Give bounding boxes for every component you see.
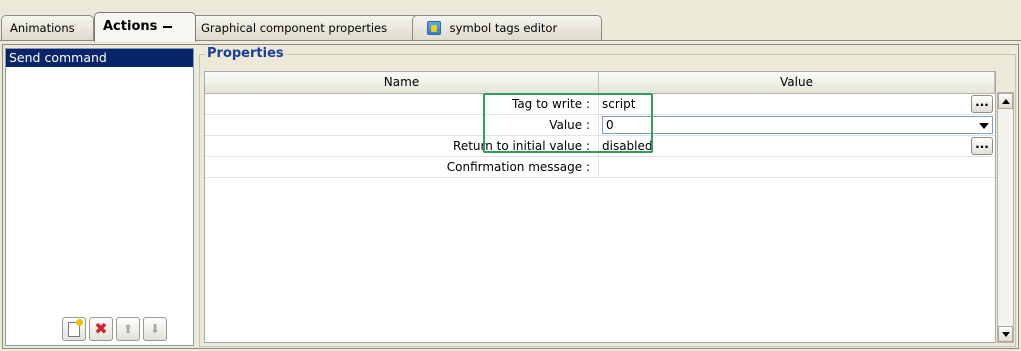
browse-tag-button[interactable]: ... bbox=[971, 95, 993, 113]
delete-action-button[interactable]: ✖ bbox=[89, 317, 113, 341]
property-value[interactable]: script ... bbox=[599, 94, 995, 114]
property-value[interactable]: 0 bbox=[599, 115, 995, 135]
property-name: Confirmation message : bbox=[205, 157, 599, 177]
vertical-scrollbar[interactable] bbox=[997, 92, 1014, 343]
list-item-label: Send command bbox=[9, 50, 107, 65]
list-item-send-command[interactable]: Send command bbox=[6, 49, 193, 67]
tab-label: Graphical component properties bbox=[201, 21, 388, 35]
symbol-tags-icon bbox=[427, 21, 441, 35]
list-toolbar: ✖ ⬆ ⬇ bbox=[62, 317, 167, 343]
new-action-button[interactable] bbox=[62, 317, 86, 341]
tab-graphical-component-properties[interactable]: Graphical component properties bbox=[186, 15, 420, 40]
edit-return-value-button[interactable]: ... bbox=[971, 137, 993, 155]
actions-panel: Send command ✖ ⬆ ⬇ Properties Name Value bbox=[2, 44, 1019, 349]
arrow-up-icon bbox=[1002, 99, 1010, 104]
tab-symbol-tags-editor[interactable]: symbol tags editor bbox=[412, 15, 602, 40]
properties-title: Properties bbox=[205, 46, 286, 61]
scroll-up-button[interactable] bbox=[998, 93, 1013, 109]
highlight-box bbox=[483, 93, 653, 153]
move-down-button[interactable]: ⬇ bbox=[143, 317, 167, 341]
actions-list[interactable]: Send command ✖ ⬆ ⬇ bbox=[5, 48, 194, 346]
move-up-icon: ⬆ bbox=[122, 322, 134, 336]
tab-animations[interactable]: Animations bbox=[1, 15, 94, 40]
column-header-name[interactable]: Name bbox=[205, 72, 599, 93]
column-header-value[interactable]: Value bbox=[599, 72, 995, 93]
tab-actions[interactable]: Actions bbox=[94, 12, 196, 42]
grid-header: Name Value bbox=[205, 72, 995, 94]
move-up-button[interactable]: ⬆ bbox=[116, 317, 140, 341]
move-down-icon: ⬇ bbox=[149, 322, 161, 336]
arrow-down-icon bbox=[1002, 332, 1010, 337]
new-action-icon bbox=[68, 318, 83, 337]
property-value[interactable] bbox=[599, 157, 995, 177]
tab-label: Animations bbox=[10, 21, 75, 35]
scroll-down-button[interactable] bbox=[998, 326, 1013, 342]
minimize-icon[interactable] bbox=[163, 25, 173, 28]
chevron-down-icon[interactable] bbox=[979, 123, 989, 129]
value-combobox[interactable]: 0 bbox=[602, 116, 993, 134]
tab-strip: Animations Graphical component propertie… bbox=[0, 0, 1021, 44]
property-value[interactable]: disabled ... bbox=[599, 136, 995, 156]
table-row[interactable]: Confirmation message : bbox=[205, 157, 995, 178]
tab-label: Actions bbox=[103, 19, 158, 34]
tab-label: symbol tags editor bbox=[449, 21, 558, 35]
combo-selected-value: 0 bbox=[606, 118, 614, 132]
delete-icon: ✖ bbox=[94, 319, 108, 338]
